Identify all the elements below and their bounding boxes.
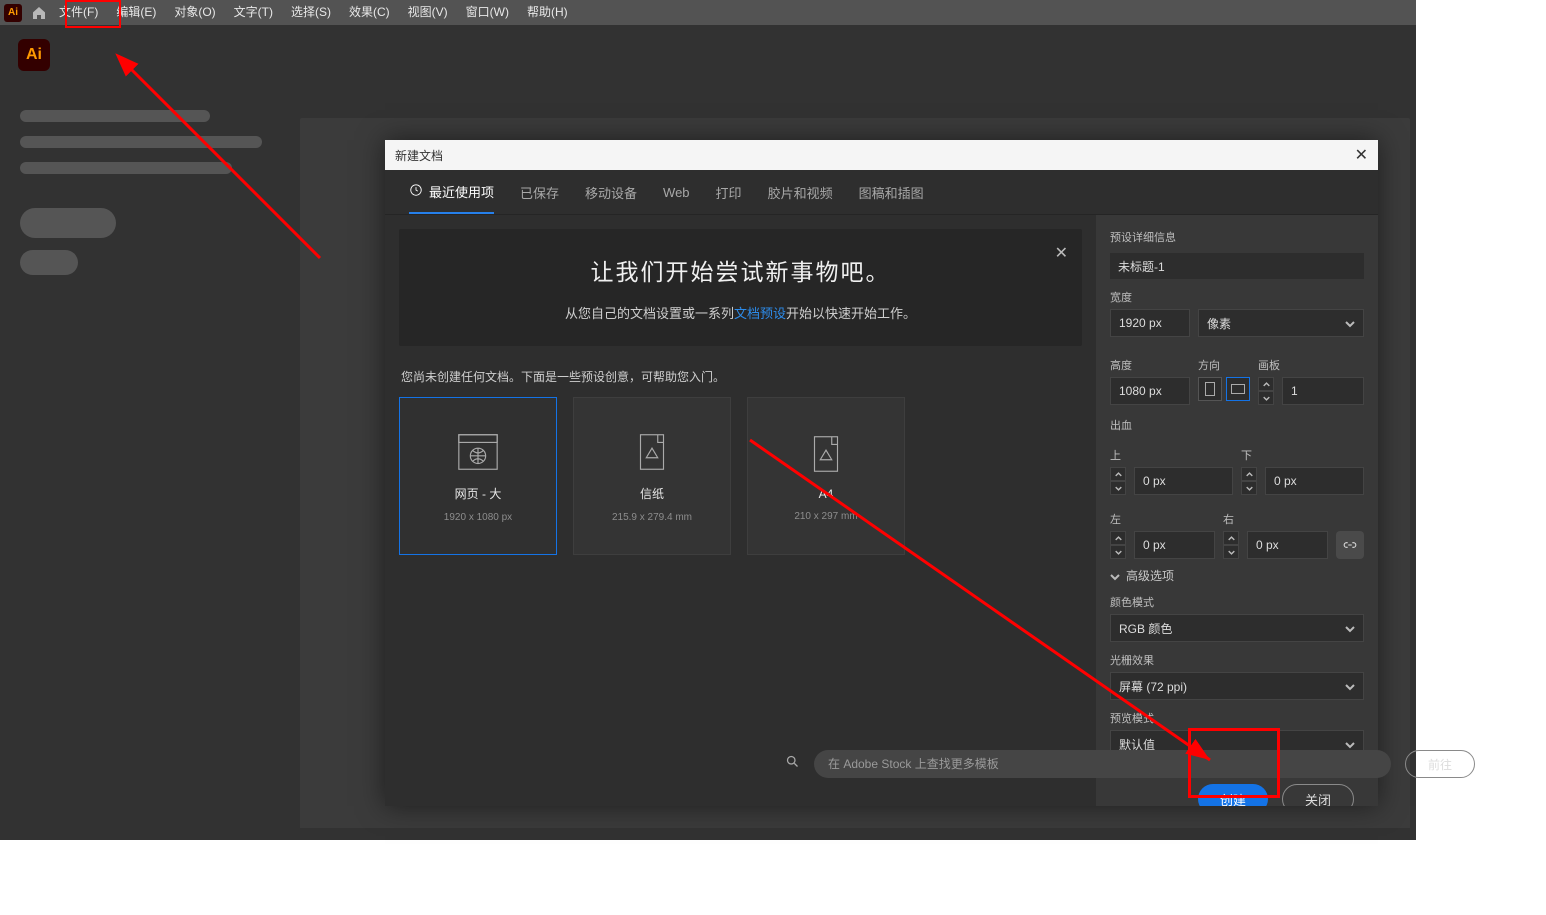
- tab-mobile[interactable]: 移动设备: [585, 170, 637, 214]
- clock-icon: [409, 183, 423, 200]
- home-placeholders: [20, 110, 262, 275]
- bleed-bottom-input[interactable]: [1266, 474, 1363, 488]
- page-icon: [629, 429, 675, 475]
- label-preview: 预览模式: [1110, 710, 1364, 726]
- chevron-down-icon: [1345, 681, 1355, 691]
- label-height: 高度: [1110, 357, 1190, 373]
- unit-value: 像素: [1207, 315, 1231, 332]
- stock-search-input[interactable]: [814, 750, 1391, 778]
- orient-portrait[interactable]: [1198, 377, 1222, 401]
- bleed-left-stepper[interactable]: [1110, 531, 1126, 559]
- tab-print[interactable]: 打印: [716, 170, 742, 214]
- label-artboards: 画板: [1258, 357, 1364, 373]
- colormode-select[interactable]: RGB 颜色: [1110, 614, 1364, 642]
- page-icon: [803, 431, 849, 477]
- tab-saved[interactable]: 已保存: [520, 170, 559, 214]
- side-title: 预设详细信息: [1110, 229, 1364, 245]
- preset-dims: 210 x 297 mm: [794, 511, 857, 522]
- chevron-down-icon: [1110, 571, 1120, 581]
- bleed-right-input[interactable]: [1248, 538, 1327, 552]
- preset-name: 信纸: [640, 485, 664, 502]
- preset-name: A4: [819, 487, 834, 501]
- label-bottom: 下: [1241, 447, 1364, 463]
- menu-edit[interactable]: 编辑(E): [107, 0, 165, 25]
- orient-landscape[interactable]: [1226, 377, 1250, 401]
- tab-web[interactable]: Web: [663, 170, 690, 214]
- tab-art[interactable]: 图稿和插图: [859, 170, 924, 214]
- new-document-dialog: 新建文档 ✕ 最近使用项 已保存 移动设备 Web 打印 胶片和视频 图稿和插图…: [385, 140, 1378, 806]
- label-width: 宽度: [1110, 289, 1364, 305]
- tab-recent[interactable]: 最近使用项: [409, 170, 494, 214]
- menu-type[interactable]: 文字(T): [225, 0, 282, 25]
- stock-go-button[interactable]: 前往: [1405, 750, 1475, 778]
- menu-help[interactable]: 帮助(H): [518, 0, 577, 25]
- label-top: 上: [1110, 447, 1233, 463]
- raster-select[interactable]: 屏幕 (72 ppi): [1110, 672, 1364, 700]
- menu-window[interactable]: 窗口(W): [457, 0, 518, 25]
- menu-object[interactable]: 对象(O): [165, 0, 224, 25]
- tab-recent-label: 最近使用项: [429, 182, 494, 201]
- close-button[interactable]: 关闭: [1282, 784, 1354, 806]
- bleed-top-stepper[interactable]: [1110, 467, 1126, 495]
- artboard-stepper[interactable]: [1258, 377, 1274, 405]
- menu-effect[interactable]: 效果(C): [340, 0, 399, 25]
- dialog-close-icon[interactable]: ✕: [1355, 145, 1368, 165]
- preset-web-large[interactable]: 网页 - 大 1920 x 1080 px: [399, 397, 557, 555]
- label-bleed: 出血: [1110, 417, 1364, 433]
- dialog-title: 新建文档: [395, 147, 443, 164]
- colormode-value: RGB 颜色: [1119, 620, 1172, 637]
- menu-file[interactable]: 文件(F): [50, 0, 107, 25]
- label-colormode: 颜色模式: [1110, 594, 1364, 610]
- label-raster: 光栅效果: [1110, 652, 1364, 668]
- doc-name-input[interactable]: [1110, 253, 1364, 279]
- width-input[interactable]: [1111, 316, 1189, 330]
- artboards-input[interactable]: [1283, 384, 1363, 398]
- label-left: 左: [1110, 511, 1215, 527]
- bleed-top-input[interactable]: [1135, 474, 1232, 488]
- preset-a4[interactable]: A4 210 x 297 mm: [747, 397, 905, 555]
- preset-dims: 1920 x 1080 px: [444, 512, 512, 523]
- label-orient: 方向: [1198, 357, 1250, 373]
- tab-film[interactable]: 胶片和视频: [768, 170, 833, 214]
- create-button[interactable]: 创建: [1198, 784, 1268, 806]
- chevron-down-icon: [1345, 318, 1355, 328]
- web-icon: [455, 429, 501, 475]
- app-icon: Ai: [4, 4, 22, 22]
- chevron-down-icon: [1345, 739, 1355, 749]
- preset-dims: 215.9 x 279.4 mm: [612, 512, 692, 523]
- ai-home-logo[interactable]: Ai: [18, 39, 50, 71]
- label-right: 右: [1223, 511, 1328, 527]
- height-input[interactable]: [1111, 384, 1189, 398]
- hero-heading: 让我们开始尝试新事物吧。: [429, 253, 1052, 287]
- hero-close-icon[interactable]: ✕: [1055, 243, 1068, 263]
- home-icon[interactable]: [28, 2, 50, 24]
- advanced-label: 高级选项: [1126, 567, 1174, 584]
- search-icon: [785, 754, 800, 774]
- bleed-bottom-stepper[interactable]: [1241, 467, 1257, 495]
- doc-presets-link[interactable]: 文档预设: [734, 306, 786, 321]
- preset-hint: 您尚未创建任何文档。下面是一些预设创意，可帮助您入门。: [401, 368, 1082, 385]
- unit-select[interactable]: 像素: [1198, 309, 1364, 337]
- menu-view[interactable]: 视图(V): [399, 0, 457, 25]
- chevron-down-icon: [1345, 623, 1355, 633]
- preset-letter[interactable]: 信纸 215.9 x 279.4 mm: [573, 397, 731, 555]
- advanced-toggle[interactable]: 高级选项: [1110, 567, 1364, 584]
- bleed-right-stepper[interactable]: [1223, 531, 1239, 559]
- link-bleed-icon[interactable]: [1336, 531, 1364, 559]
- preset-name: 网页 - 大: [455, 485, 502, 502]
- raster-value: 屏幕 (72 ppi): [1119, 678, 1187, 695]
- bleed-left-input[interactable]: [1135, 538, 1214, 552]
- hero-sub: 从您自己的文档设置或一系列文档预设开始以快速开始工作。: [429, 303, 1052, 322]
- menu-select[interactable]: 选择(S): [282, 0, 340, 25]
